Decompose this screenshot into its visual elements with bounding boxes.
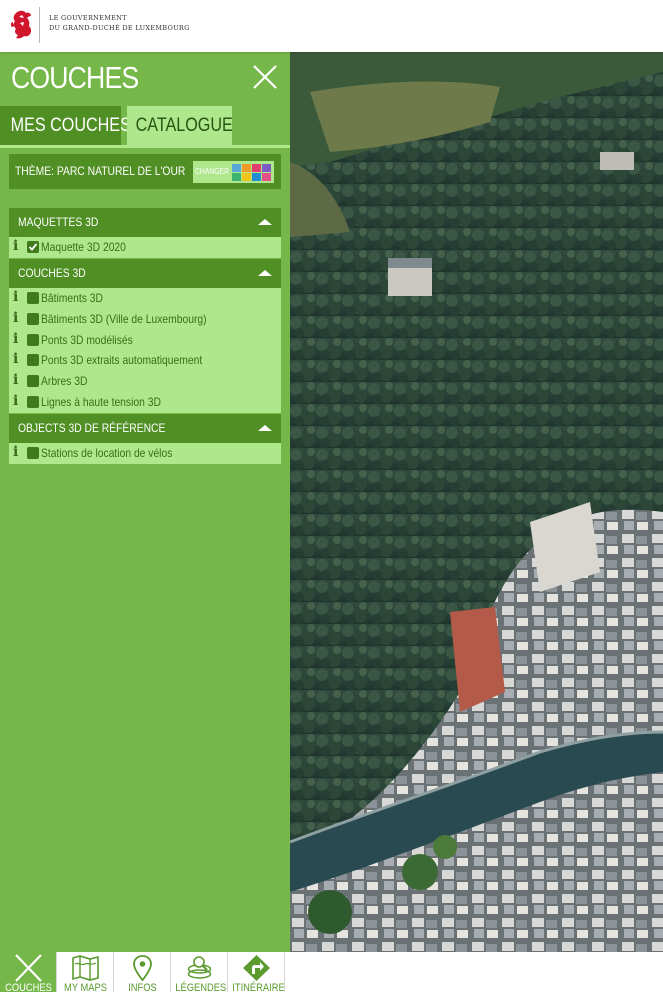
info-icon[interactable]: i: [13, 445, 21, 460]
layer-checkbox[interactable]: [27, 333, 39, 346]
location-pin-icon: [133, 955, 152, 982]
layer-row: i Stations de location de vélos: [9, 443, 281, 464]
map-icon: [72, 955, 99, 981]
info-icon[interactable]: i: [13, 373, 21, 388]
layer-label[interactable]: Arbres 3D: [41, 371, 87, 392]
theme-bar: THÈME: PARC NATUREL DE L'OUR CHANGER: [9, 154, 281, 189]
layer-label[interactable]: Ponts 3D extraits automatiquement: [41, 350, 202, 371]
nav-label: COUCHES: [5, 982, 52, 992]
government-name-line2: DU GRAND-DUCHÉ DE LUXEMBOURG: [49, 24, 190, 32]
theme-label: THÈME: PARC NATUREL DE L'OUR: [15, 164, 186, 178]
tab-mes-couches[interactable]: MES COUCHES: [0, 106, 131, 145]
theme-grid-icon: [232, 164, 271, 181]
map-scene: [290, 52, 663, 952]
section-header-objects-3d-reference[interactable]: OBJECTS 3D DE RÉFÉRENCE: [9, 414, 281, 443]
info-icon[interactable]: i: [13, 352, 21, 367]
section-body-couches-3d: i Bâtiments 3D i Bâtiments 3D (Ville de …: [9, 288, 281, 413]
layer-label[interactable]: Bâtiments 3D (Ville de Luxembourg): [41, 309, 207, 330]
government-name-line1: LE GOUVERNEMENT: [49, 14, 127, 22]
header-divider: [39, 7, 40, 43]
layer-row: i Ponts 3D extraits automatiquement: [9, 350, 281, 371]
collapse-caret-icon[interactable]: [258, 425, 272, 431]
nav-infos[interactable]: INFOS: [114, 952, 171, 992]
collapse-caret-icon[interactable]: [258, 219, 272, 225]
nav-itineraire[interactable]: ITINÉRAIRE: [228, 952, 285, 992]
info-icon[interactable]: i: [13, 310, 21, 326]
change-theme-label: CHANGER: [195, 167, 230, 176]
layer-checkbox[interactable]: [27, 241, 39, 253]
close-icon: [15, 954, 42, 982]
layer-row: i Bâtiments 3D (Ville de Luxembourg): [9, 309, 281, 330]
info-icon[interactable]: i: [13, 393, 21, 409]
layer-row: i Lignes à haute tension 3D: [9, 392, 281, 413]
layer-row: i Bâtiments 3D: [9, 288, 281, 309]
layer-checkbox[interactable]: [27, 375, 39, 388]
tab-underline: [0, 145, 290, 148]
layer-checkbox[interactable]: [27, 447, 39, 459]
section-body-objects-3d-reference: i Stations de location de vélos: [9, 443, 281, 464]
layer-row: i Maquette 3D 2020: [9, 237, 281, 258]
layer-label[interactable]: Maquette 3D 2020: [41, 237, 126, 258]
layers-panel: COUCHES MES COUCHES CATALOGUE THÈME: PAR…: [0, 52, 290, 952]
info-icon[interactable]: i: [13, 331, 21, 347]
section-body-maquettes-3d: i Maquette 3D 2020: [9, 237, 281, 258]
nav-label: MY MAPS: [64, 982, 107, 992]
lion-icon[interactable]: [10, 9, 34, 41]
nav-label: ITINÉRAIRE: [232, 982, 285, 992]
info-icon[interactable]: i: [13, 239, 21, 254]
info-icon[interactable]: i: [13, 290, 21, 305]
layer-label[interactable]: Stations de location de vélos: [41, 443, 172, 464]
layer-row: i Arbres 3D: [9, 371, 281, 392]
checkmark-icon: [28, 243, 38, 251]
layer-label[interactable]: Bâtiments 3D: [41, 288, 103, 309]
section-header-couches-3d[interactable]: COUCHES 3D: [9, 259, 281, 288]
panel-title: COUCHES: [11, 60, 139, 95]
layer-checkbox[interactable]: [27, 292, 39, 304]
header: LE GOUVERNEMENT DU GRAND-DUCHÉ DE LUXEMB…: [0, 0, 663, 52]
tab-label: CATALOGUE: [135, 115, 233, 136]
section-title: COUCHES 3D: [18, 266, 86, 280]
layer-checkbox[interactable]: [27, 395, 39, 408]
map-3d-view[interactable]: [290, 52, 663, 952]
bottom-navigation: COUCHES MY MAPS INFOS LÉGENDES ITINÉRAIR…: [0, 952, 663, 992]
close-panel-button[interactable]: [250, 62, 280, 92]
section-title: MAQUETTES 3D: [18, 215, 99, 229]
layer-label[interactable]: Lignes à haute tension 3D: [41, 392, 161, 413]
collapse-caret-icon[interactable]: [258, 270, 272, 276]
close-icon: [253, 65, 277, 89]
layer-row: i Ponts 3D modélisés: [9, 330, 281, 351]
tab-label: MES COUCHES: [10, 115, 131, 136]
tab-catalogue[interactable]: CATALOGUE: [127, 106, 233, 145]
nav-my-maps[interactable]: MY MAPS: [57, 952, 114, 992]
nav-couches[interactable]: COUCHES: [0, 952, 57, 992]
route-arrow-icon: [243, 955, 270, 981]
section-header-maquettes-3d[interactable]: MAQUETTES 3D: [9, 208, 281, 237]
change-theme-button[interactable]: CHANGER: [193, 161, 274, 183]
layer-checkbox[interactable]: [27, 354, 39, 367]
nav-label: INFOS: [128, 982, 157, 992]
legend-icon: [187, 956, 212, 979]
layer-label[interactable]: Ponts 3D modélisés: [41, 330, 133, 351]
section-title: OBJECTS 3D DE RÉFÉRENCE: [18, 421, 166, 435]
layer-checkbox[interactable]: [27, 312, 39, 325]
nav-label: LÉGENDES: [175, 982, 227, 992]
nav-legendes[interactable]: LÉGENDES: [171, 952, 228, 992]
